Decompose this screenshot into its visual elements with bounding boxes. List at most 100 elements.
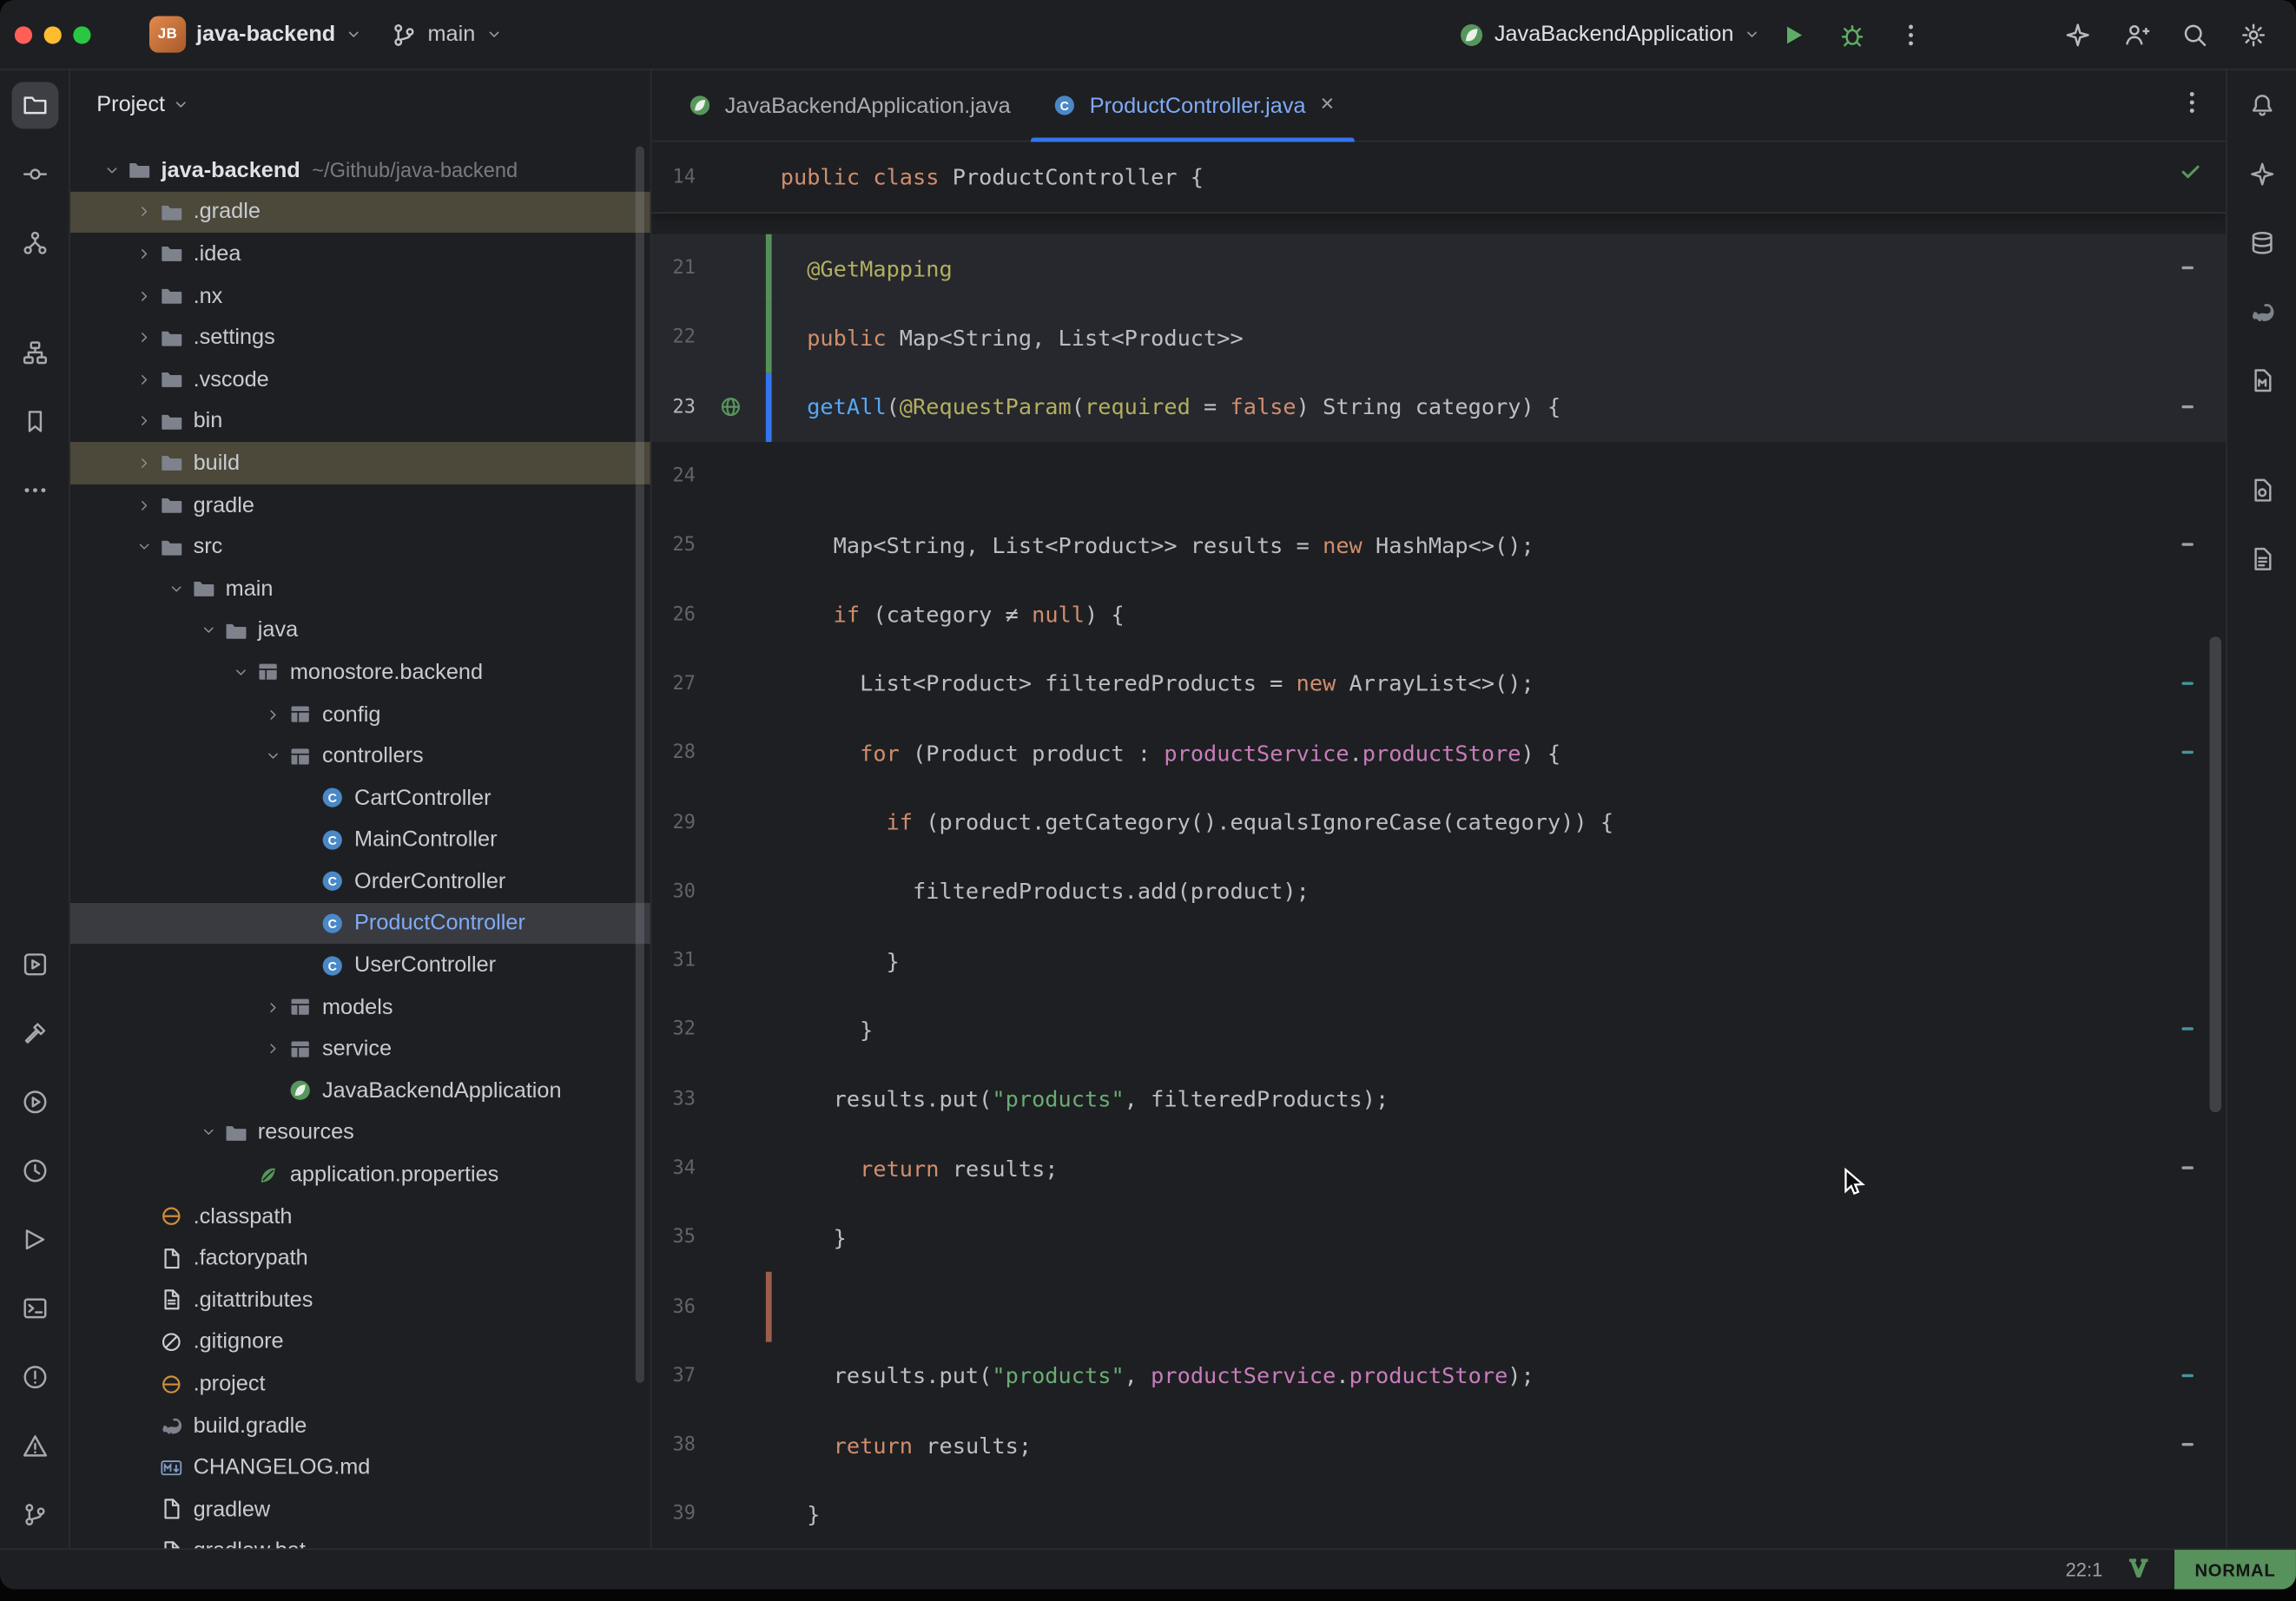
line-number[interactable]: 22 <box>651 327 696 349</box>
tree-row-maincontroller[interactable]: CMainController <box>70 819 650 860</box>
documentation-tool-button[interactable] <box>2238 535 2285 582</box>
line-number[interactable]: 30 <box>651 880 696 902</box>
line-number[interactable]: 24 <box>651 465 696 487</box>
tree-row-service[interactable]: service <box>70 1028 650 1070</box>
tree-row-project[interactable]: .project <box>70 1363 650 1405</box>
code-line-35[interactable]: 35 } <box>651 1203 2226 1273</box>
tree-row-src[interactable]: src <box>70 526 650 568</box>
ideavim-icon[interactable] <box>2126 1555 2151 1585</box>
chevron-right-icon[interactable] <box>132 368 155 392</box>
line-number[interactable]: 23 <box>651 396 696 418</box>
services-tool-button[interactable] <box>11 940 58 987</box>
tree-row-javabackendapplication[interactable]: JavaBackendApplication <box>70 1070 650 1111</box>
close-window-button[interactable] <box>15 25 32 43</box>
version-control-tool-button[interactable] <box>11 1491 58 1538</box>
tree-row-controllers[interactable]: controllers <box>70 735 650 777</box>
line-number[interactable]: 33 <box>651 1089 696 1110</box>
line-number[interactable]: 28 <box>651 742 696 764</box>
tree-row-gitattributes[interactable]: .gitattributes <box>70 1279 650 1321</box>
code-with-me-button[interactable] <box>2112 10 2161 59</box>
chevron-right-icon[interactable] <box>132 451 155 475</box>
tree-row-settings[interactable]: .settings <box>70 317 650 359</box>
line-number[interactable]: 35 <box>651 1227 696 1249</box>
code-line-27[interactable]: 27 List<Product> filteredProducts = new … <box>651 649 2226 719</box>
line-number[interactable]: 29 <box>651 812 696 833</box>
commit-tool-button[interactable] <box>11 150 58 197</box>
code-line-21[interactable]: 21 @GetMapping <box>651 234 2226 304</box>
tree-row-usercontroller[interactable]: CUserController <box>70 945 650 986</box>
chevron-right-icon[interactable] <box>132 242 155 266</box>
tree-row-main[interactable]: main <box>70 568 650 609</box>
problems-tool-button[interactable] <box>11 1353 58 1400</box>
tree-row-config[interactable]: config <box>70 694 650 735</box>
run-button[interactable] <box>1769 10 1818 59</box>
project-panel-header[interactable]: Project <box>70 70 650 138</box>
terminal-tool-button[interactable] <box>11 1284 58 1331</box>
code-line-38[interactable]: 38 return results; <box>651 1411 2226 1480</box>
line-number[interactable]: 21 <box>651 258 696 280</box>
tree-row-models[interactable]: models <box>70 986 650 1028</box>
tree-row-vscode[interactable]: .vscode <box>70 359 650 400</box>
chevron-down-icon[interactable] <box>132 535 155 558</box>
search-everywhere-button[interactable] <box>2170 10 2220 59</box>
line-number[interactable]: 37 <box>651 1365 696 1387</box>
code-line-22[interactable]: 22 public Map<String, List<Product>> <box>651 303 2226 372</box>
tree-row-classpath[interactable]: .classpath <box>70 1196 650 1237</box>
ai-tool-button[interactable] <box>2238 150 2285 197</box>
tree-row-bin[interactable]: bin <box>70 400 650 442</box>
code-line-14[interactable]: 14public class ProductController { <box>651 142 2226 213</box>
line-number[interactable]: 27 <box>651 673 696 695</box>
chevron-right-icon[interactable] <box>132 201 155 224</box>
line-number[interactable]: 38 <box>651 1434 696 1456</box>
line-number[interactable]: 34 <box>651 1157 696 1179</box>
tree-row-gitignore[interactable]: .gitignore <box>70 1321 650 1362</box>
code-line-34[interactable]: 34 return results; <box>651 1134 2226 1203</box>
tree-row-nx[interactable]: .nx <box>70 275 650 317</box>
chevron-down-icon[interactable] <box>196 619 220 642</box>
more-tool-button[interactable] <box>11 466 58 513</box>
code-line-30[interactable]: 30 filteredProducts.add(product); <box>651 857 2226 926</box>
chevron-right-icon[interactable] <box>261 1038 284 1061</box>
line-number[interactable]: 39 <box>651 1504 696 1525</box>
tree-row-idea[interactable]: .idea <box>70 233 650 274</box>
chevron-down-icon[interactable] <box>196 1121 220 1144</box>
tree-row-build[interactable]: build <box>70 442 650 484</box>
tree-row-java[interactable]: java <box>70 609 650 651</box>
maven-tool-button[interactable] <box>2238 356 2285 403</box>
code-line-29[interactable]: 29 if (product.getCategory().equalsIgnor… <box>651 787 2226 857</box>
code-line-26[interactable]: 26 if (category ≠ null) { <box>651 580 2226 649</box>
editor[interactable]: 14public class ProductController { 21 @G… <box>651 142 2226 1549</box>
chevron-right-icon[interactable] <box>261 702 284 726</box>
dependencies-tool-button[interactable] <box>2238 466 2285 513</box>
code-line-28[interactable]: 28 for (Product product : productService… <box>651 719 2226 788</box>
line-number[interactable]: 31 <box>651 950 696 972</box>
line-number[interactable]: 14 <box>651 166 696 188</box>
settings-button[interactable] <box>2228 10 2278 59</box>
endpoint-icon[interactable] <box>696 396 766 419</box>
ai-assistant-button[interactable] <box>2053 10 2102 59</box>
tree-row-gradlew-bat[interactable]: gradlew.bat <box>70 1530 650 1548</box>
tree-row-build-gradle[interactable]: build.gradle <box>70 1405 650 1446</box>
tree-row-changelog-md[interactable]: CHANGELOG.md <box>70 1446 650 1488</box>
editor-scrollbar[interactable] <box>2209 636 2220 1112</box>
code-line-37[interactable]: 37 results.put("products", productServic… <box>651 1341 2226 1411</box>
todo-tool-button[interactable] <box>11 1422 58 1469</box>
chevron-right-icon[interactable] <box>261 995 284 1018</box>
code-line-36[interactable]: 36 <box>651 1273 2226 1342</box>
line-number[interactable]: 26 <box>651 604 696 626</box>
vim-mode-badge[interactable]: NORMAL <box>2174 1550 2296 1590</box>
branch-selector[interactable]: main <box>391 21 501 47</box>
project-scrollbar[interactable] <box>636 147 644 1383</box>
tab-options-icon[interactable] <box>2179 89 2205 122</box>
code-line-31[interactable]: 31 } <box>651 926 2226 996</box>
bookmarks-tool-button[interactable] <box>11 398 58 445</box>
tree-row-gradle[interactable]: gradle <box>70 484 650 526</box>
tree-row-gradlew[interactable]: gradlew <box>70 1488 650 1530</box>
play-console-tool-button[interactable] <box>11 1216 58 1262</box>
line-number[interactable]: 36 <box>651 1296 696 1318</box>
code-line-39[interactable]: 39 } <box>651 1480 2226 1549</box>
chevron-right-icon[interactable] <box>132 284 155 307</box>
tab-javabackendapplication[interactable]: JavaBackendApplication.java <box>666 70 1031 141</box>
tree-row-application-properties[interactable]: application.properties <box>70 1154 650 1196</box>
code-line-24[interactable]: 24 <box>651 442 2226 511</box>
